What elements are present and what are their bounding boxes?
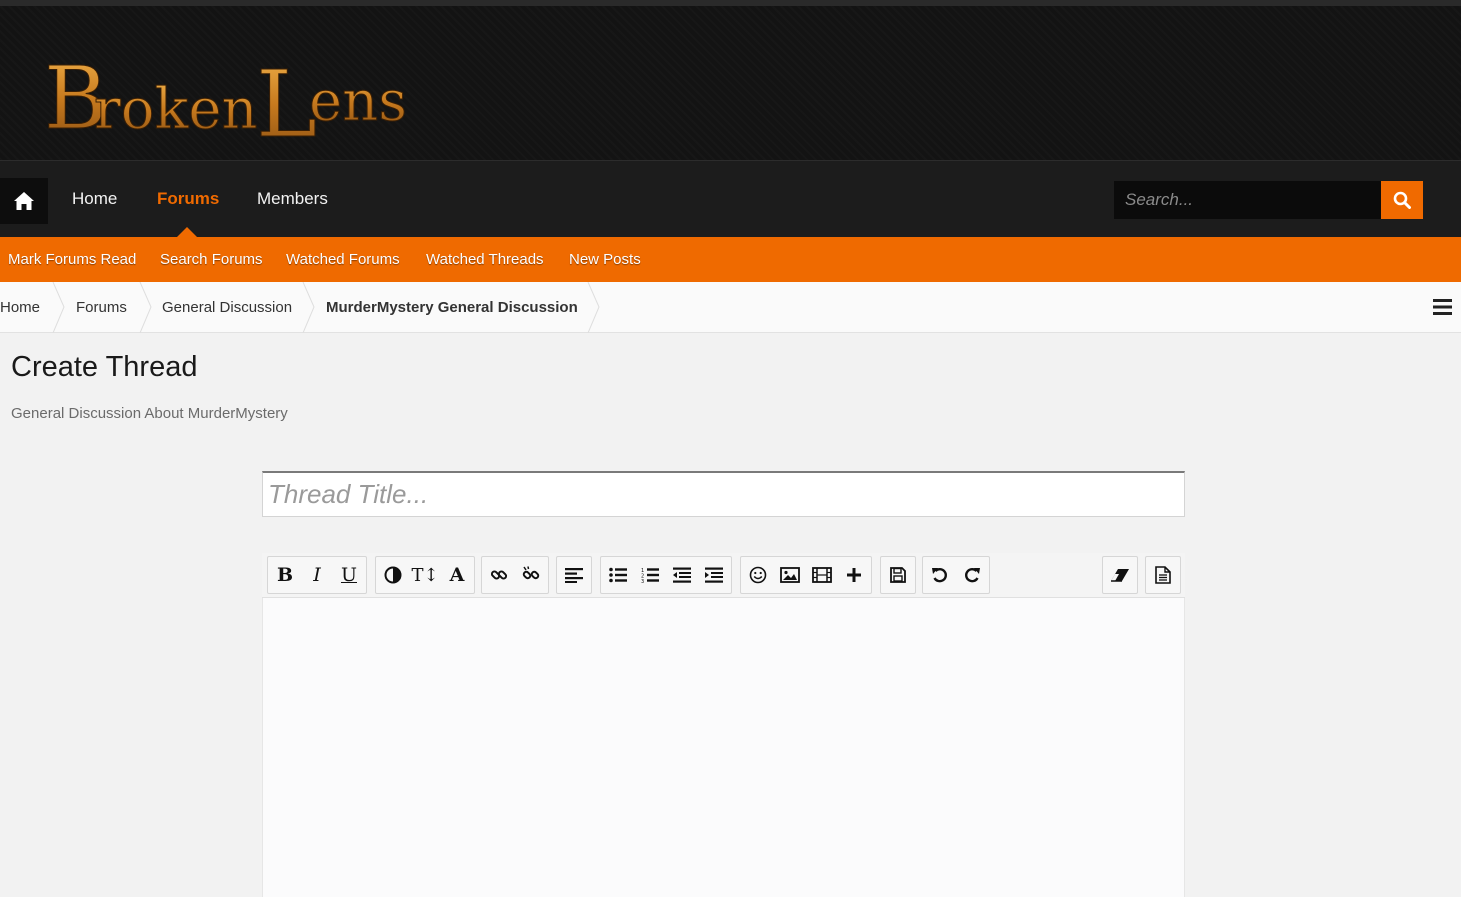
align-left-icon: [565, 568, 583, 583]
toolbar-group-align: [556, 556, 592, 594]
search-button[interactable]: [1381, 181, 1423, 219]
svg-text:3: 3: [641, 579, 644, 583]
breadcrumb-separator: [52, 282, 65, 333]
film-icon: [812, 567, 832, 583]
toolbar-group-clear: [1102, 556, 1138, 594]
main-navbar: Home Forums Members: [0, 160, 1461, 238]
subnav-watched-forums[interactable]: Watched Forums: [286, 251, 400, 268]
indent-button[interactable]: [698, 558, 730, 592]
toolbar-group-lists: 1 2 3: [600, 556, 732, 594]
breadcrumb: Home Forums General Discussion MurderMys…: [0, 282, 1461, 333]
numbered-list-button[interactable]: 1 2 3: [634, 558, 666, 592]
site-logo[interactable]: B roken L ens: [44, 36, 409, 147]
nav-home[interactable]: Home: [72, 189, 117, 209]
breadcrumb-current[interactable]: MurderMystery General Discussion: [326, 299, 578, 316]
search-input[interactable]: [1114, 181, 1382, 219]
toggle-source-button[interactable]: [1147, 558, 1179, 592]
redo-icon: [965, 568, 980, 583]
subnav-new-posts[interactable]: New Posts: [569, 251, 641, 268]
message-editor[interactable]: [262, 598, 1185, 897]
breadcrumb-general-discussion[interactable]: General Discussion: [162, 299, 292, 316]
subnav-search-forums[interactable]: Search Forums: [160, 251, 263, 268]
redo-button[interactable]: [956, 558, 988, 592]
breadcrumb-separator: [302, 282, 315, 333]
image-icon: [780, 567, 800, 583]
subnav-mark-forums-read[interactable]: Mark Forums Read: [8, 251, 136, 268]
page-subtitle: General Discussion About MurderMystery: [11, 405, 288, 422]
svg-text:L: L: [256, 51, 317, 146]
toolbar-group-insert: [740, 556, 872, 594]
site-header: B roken L ens: [0, 0, 1461, 160]
unlink-button[interactable]: [515, 558, 547, 592]
smiley-icon: [749, 566, 767, 584]
underline-button[interactable]: U: [333, 558, 365, 592]
outdent-button[interactable]: [666, 558, 698, 592]
plus-icon: [847, 568, 861, 582]
search-icon: [1393, 191, 1411, 209]
thread-title-input[interactable]: [262, 471, 1185, 517]
text-color-button[interactable]: [377, 558, 409, 592]
insert-media-button[interactable]: [806, 558, 838, 592]
breadcrumb-separator: [139, 282, 152, 333]
indent-icon: [705, 567, 723, 583]
menu-icon[interactable]: [1433, 298, 1452, 316]
eraser-icon: [1111, 569, 1129, 582]
toolbar-group-text-style: B I U: [267, 556, 367, 594]
numbered-list-icon: 1 2 3: [641, 568, 659, 583]
font-size-button[interactable]: T↕: [409, 558, 441, 592]
home-icon-button[interactable]: [0, 178, 48, 224]
toolbar-group-draft: [880, 556, 916, 594]
bold-button[interactable]: B: [269, 558, 301, 592]
undo-button[interactable]: [924, 558, 956, 592]
color-contrast-icon: [384, 566, 402, 584]
breadcrumb-forums[interactable]: Forums: [76, 299, 127, 316]
smilies-button[interactable]: [742, 558, 774, 592]
nav-forums[interactable]: Forums: [157, 189, 219, 209]
forum-subnav: Mark Forums Read Search Forums Watched F…: [0, 237, 1461, 282]
toolbar-group-link: [481, 556, 549, 594]
align-button[interactable]: [558, 558, 590, 592]
unlink-icon: [522, 566, 540, 580]
breadcrumb-home[interactable]: Home: [0, 299, 40, 316]
link-icon: [490, 570, 508, 580]
editor-toolbar: B I U T↕ A 1 2 3: [262, 553, 1185, 598]
undo-icon: [932, 568, 947, 583]
page-title: Create Thread: [11, 351, 198, 383]
insert-more-button[interactable]: [838, 558, 870, 592]
subnav-watched-threads[interactable]: Watched Threads: [426, 251, 544, 268]
remove-formatting-button[interactable]: [1104, 558, 1136, 592]
document-icon: [1155, 566, 1171, 584]
outdent-icon: [673, 567, 691, 583]
bullet-list-icon: [609, 567, 627, 583]
nav-members[interactable]: Members: [257, 189, 328, 209]
logo-image: B roken L ens: [44, 49, 407, 147]
link-button[interactable]: [483, 558, 515, 592]
home-icon: [14, 192, 34, 210]
toolbar-group-source: [1145, 556, 1181, 594]
italic-button[interactable]: I: [301, 558, 333, 592]
floppy-disk-icon: [890, 567, 906, 583]
toolbar-group-history: [922, 556, 990, 594]
svg-text:roken: roken: [94, 77, 258, 142]
font-family-button[interactable]: A: [441, 558, 473, 592]
bullet-list-button[interactable]: [602, 558, 634, 592]
save-draft-button[interactable]: [882, 558, 914, 592]
toolbar-group-font: T↕ A: [375, 556, 475, 594]
breadcrumb-separator: [587, 282, 600, 333]
svg-text:ens: ens: [309, 69, 407, 134]
insert-image-button[interactable]: [774, 558, 806, 592]
